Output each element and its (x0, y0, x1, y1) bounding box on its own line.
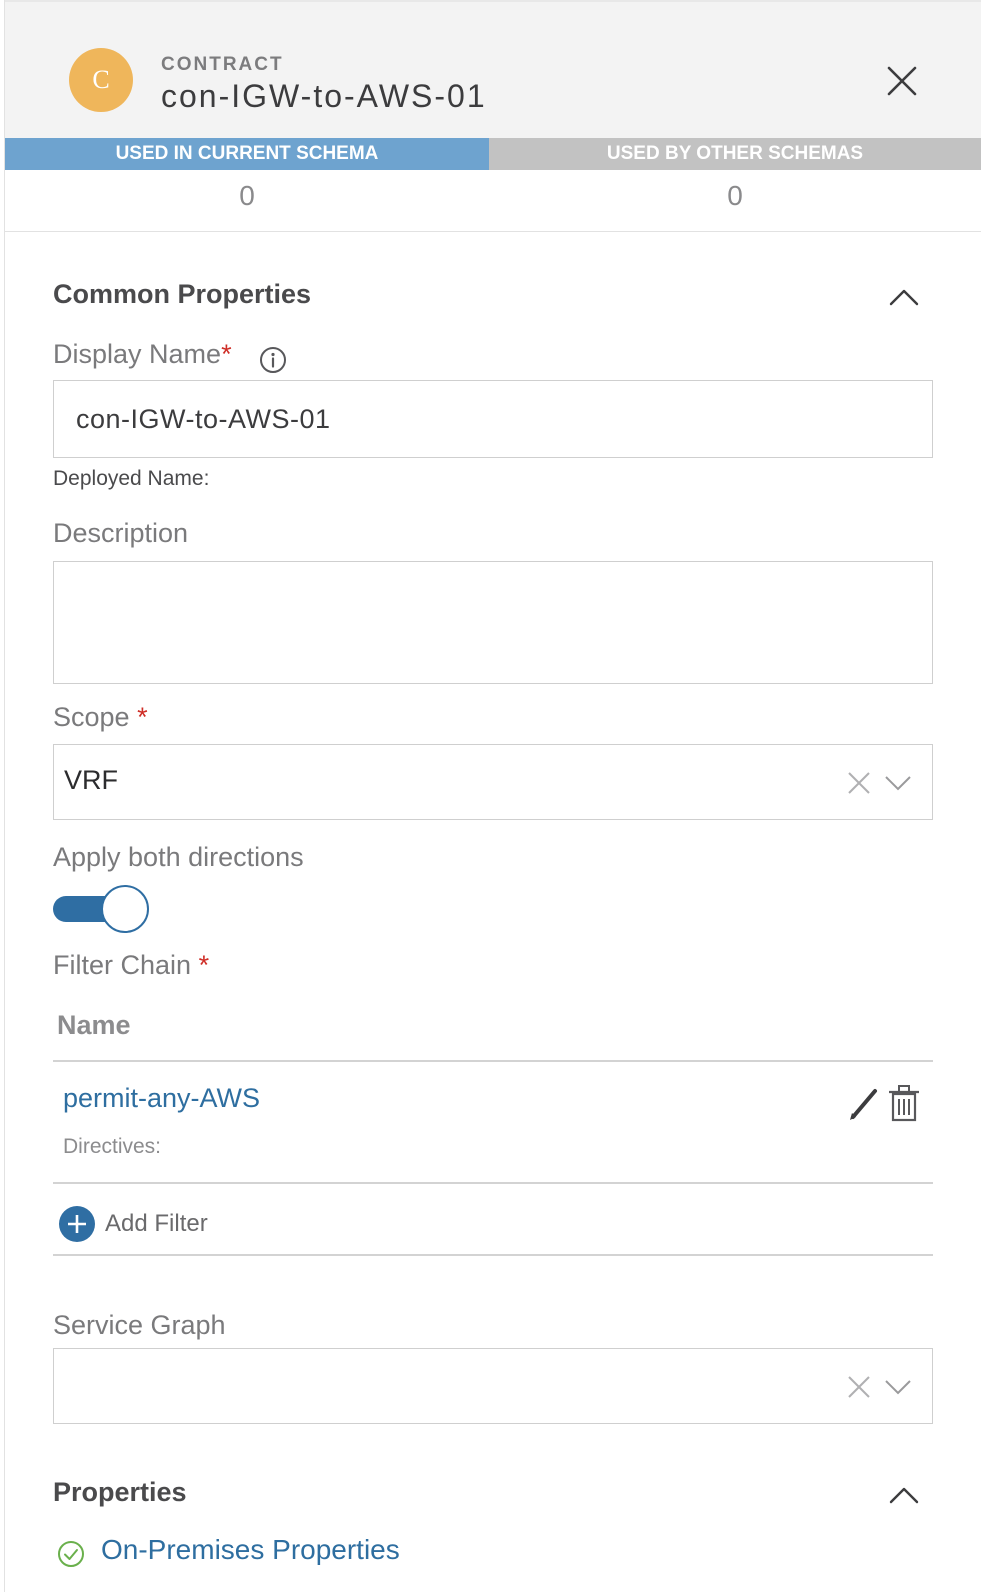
required-asterisk: * (137, 702, 148, 732)
filter-chain-label: Filter Chain * (53, 950, 209, 981)
chevron-up-icon[interactable] (889, 1486, 919, 1504)
plus-circle-icon (59, 1206, 95, 1242)
close-icon[interactable] (885, 64, 919, 98)
on-premises-properties-link[interactable]: On-Premises Properties (101, 1534, 400, 1566)
display-name-label-text: Display Name (53, 339, 222, 369)
check-circle-icon (58, 1541, 84, 1567)
filter-row-name-link[interactable]: permit-any-AWS (63, 1083, 260, 1114)
chevron-up-icon[interactable] (889, 288, 919, 306)
scope-label-text: Scope (53, 702, 130, 732)
panel-header: C CONTRACT con-IGW-to-AWS-01 (5, 0, 981, 138)
common-properties-title: Common Properties (53, 279, 312, 309)
description-field[interactable] (53, 561, 933, 684)
filter-table-name-header: Name (57, 1010, 131, 1040)
apply-both-directions-label: Apply both directions (53, 842, 304, 872)
add-filter-button[interactable]: Add Filter (59, 1206, 208, 1242)
table-divider (53, 1182, 933, 1184)
apply-both-directions-toggle[interactable] (53, 884, 151, 934)
properties-title: Properties (53, 1477, 187, 1507)
service-graph-select[interactable] (53, 1348, 933, 1424)
description-label: Description (53, 518, 189, 548)
scope-label: Scope * (53, 702, 148, 733)
chevron-down-icon[interactable] (884, 775, 912, 791)
pencil-icon[interactable] (849, 1086, 879, 1120)
service-graph-label: Service Graph (53, 1310, 226, 1340)
scope-select[interactable]: VRF (53, 744, 933, 820)
tab-used-in-current-schema[interactable]: USED IN CURRENT SCHEMA (5, 138, 489, 170)
display-name-label: Display Name* (53, 339, 232, 370)
trash-icon[interactable] (887, 1084, 921, 1122)
required-asterisk: * (221, 339, 232, 369)
contract-avatar: C (69, 48, 133, 112)
tab-used-by-other-schemas[interactable]: USED BY OTHER SCHEMAS (489, 138, 981, 170)
table-divider (53, 1254, 933, 1256)
filter-chain-label-text: Filter Chain (53, 950, 192, 980)
clear-icon[interactable] (847, 771, 871, 795)
other-schemas-count: 0 (727, 180, 743, 211)
object-type-label: CONTRACT (161, 54, 284, 75)
toggle-knob (101, 885, 149, 933)
required-asterisk: * (198, 950, 210, 980)
contract-detail-panel: C CONTRACT con-IGW-to-AWS-01 USED IN CUR… (4, 0, 981, 1592)
deployed-name-label: Deployed Name: (53, 467, 210, 490)
chevron-down-icon[interactable] (884, 1379, 912, 1395)
filter-row-directives: Directives: (63, 1135, 162, 1158)
display-name-input[interactable] (53, 380, 933, 458)
clear-icon[interactable] (847, 1375, 871, 1399)
current-schema-count: 0 (239, 180, 255, 211)
panel-title: con-IGW-to-AWS-01 (161, 78, 487, 114)
scope-selected-value: VRF (64, 765, 118, 795)
divider (5, 231, 981, 232)
add-filter-label: Add Filter (105, 1210, 208, 1237)
table-divider (53, 1060, 933, 1062)
info-icon[interactable] (259, 346, 287, 374)
